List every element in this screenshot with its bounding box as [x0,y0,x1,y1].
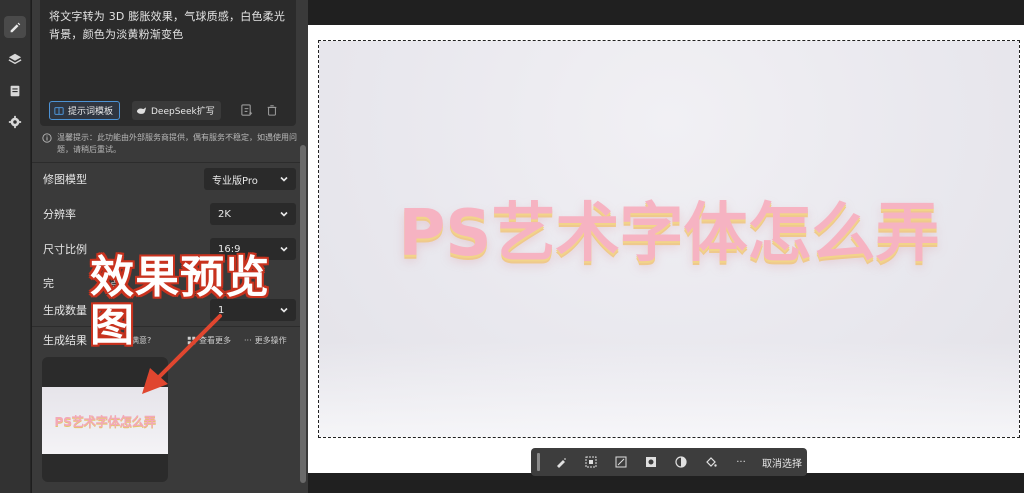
app-window: 将文字转为 3D 膨胀效果，气球质感，白色柔光背景，颜色为淡黄粉渐变色 提示词模… [0,0,1024,493]
book-icon [54,106,64,115]
transform-button[interactable] [610,451,632,473]
tool-strip [0,0,31,493]
select-subject-button[interactable] [580,451,602,473]
service-notice-text: 温馨提示：此功能由外部服务商提供，偶有服务不稳定，如遇使用问题，请稍后重试。 [57,133,297,154]
edit-pen-tool[interactable] [4,16,26,38]
document-icon [10,85,20,97]
deepseek-expand-label: DeepSeek扩写 [151,107,215,117]
result-label: 生成结果 [43,334,87,347]
aspect-label: 尺寸比例 [43,243,87,256]
fill-button[interactable] [700,451,722,473]
brush-button[interactable] [550,451,572,473]
deepseek-expand-button[interactable]: DeepSeek扩写 [132,101,221,120]
prompt-textarea[interactable]: 将文字转为 3D 膨胀效果，气球质感，白色柔光背景，颜色为淡黄粉渐变色 提示词模… [40,0,296,126]
transform-icon [615,456,627,468]
mask-icon [646,457,656,467]
selection-marquee [318,40,1020,438]
gear-icon [8,115,22,129]
info-icon [42,133,52,143]
deselect-button[interactable]: 取消选择 [762,455,802,470]
save-prompt-icon[interactable] [240,104,253,117]
chevron-down-icon [280,246,288,252]
mask-button[interactable] [640,451,662,473]
trash-icon[interactable] [266,104,278,116]
document-canvas[interactable]: PS艺术字体怎么弄 [308,25,1024,473]
adjustment-button[interactable] [670,451,692,473]
toolbar-drag-handle[interactable] [537,453,540,471]
chevron-down-icon [280,176,288,182]
adjustment-icon [675,456,687,468]
resolution-row: 分辨率 2K [43,203,299,225]
layers-tool[interactable] [4,48,26,70]
ai-edit-panel: 将文字转为 3D 膨胀效果，气球质感，白色柔光背景，颜色为淡黄粉渐变色 提示词模… [32,0,308,493]
floating-toolbar: ··· 取消选择 [531,448,807,476]
ellipsis-icon: ··· [736,456,746,468]
divider [32,162,302,163]
brush-icon [557,458,566,468]
more-tools-button[interactable]: ··· [730,451,752,473]
chevron-down-icon [280,211,288,217]
resolution-label: 分辨率 [43,208,76,221]
prompt-text[interactable]: 将文字转为 3D 膨胀效果，气球质感，白色柔光背景，颜色为淡黄粉渐变色 [49,8,289,44]
model-select[interactable]: 专业版Pro [204,168,296,190]
prompt-template-button[interactable]: 提示词模板 [49,101,121,120]
whale-icon [136,106,147,114]
partial-label: 完 [43,277,54,290]
model-row: 修图模型 专业版Pro [43,168,299,190]
thumbnail-title: PS艺术字体怎么弄 [54,414,156,429]
paint-bucket-icon [706,457,717,467]
resolution-value: 2K [218,208,231,220]
prompt-template-label: 提示词模板 [68,107,114,117]
select-subject-icon [585,456,597,468]
model-label: 修图模型 [43,173,87,186]
resolution-select[interactable]: 2K [210,203,296,225]
model-value: 专业版Pro [212,175,258,187]
pen-icon [10,22,21,33]
service-notice: 温馨提示：此功能由外部服务商提供，偶有服务不稳定，如遇使用问题，请稍后重试。 [42,132,298,156]
settings-tool[interactable] [4,111,26,133]
workspace: PS艺术字体怎么弄 [308,0,1024,493]
layers-icon [8,53,22,65]
arrow-icon [142,314,222,394]
count-label: 生成数量 [43,304,87,317]
document-tool[interactable] [4,80,26,102]
